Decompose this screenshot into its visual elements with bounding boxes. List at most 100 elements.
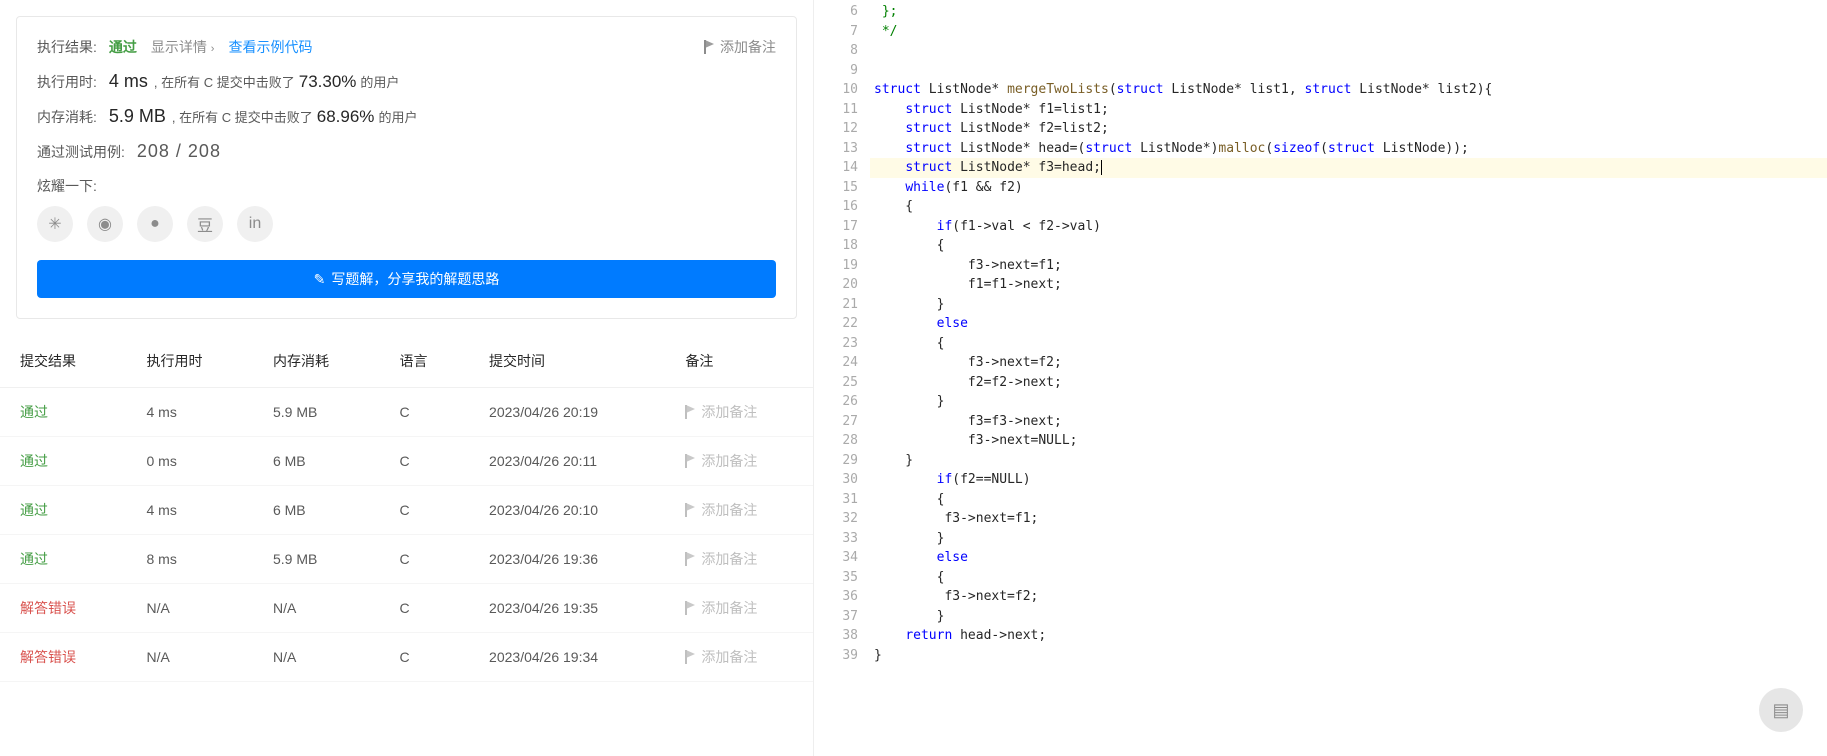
submission-status[interactable]: 通过 [20, 404, 48, 420]
th-time[interactable]: 提交时间 [469, 335, 665, 388]
table-row[interactable]: 解答错误N/AN/AC2023/04/26 19:34 添加备注 [0, 633, 813, 682]
runtime-value: 4 ms [109, 71, 148, 92]
table-row[interactable]: 通过0 ms6 MBC2023/04/26 20:11 添加备注 [0, 437, 813, 486]
code-line[interactable]: struct ListNode* f2=list2; [870, 119, 1827, 139]
add-note-cell[interactable]: 添加备注 [685, 647, 793, 667]
code-line[interactable]: } [870, 607, 1827, 627]
cell-lang: C [379, 633, 469, 682]
add-note-cell[interactable]: 添加备注 [685, 402, 793, 422]
runtime-suffix: 的用户 [360, 72, 399, 91]
code-line[interactable]: */ [870, 22, 1827, 42]
memory-suffix: 的用户 [378, 107, 417, 126]
weibo-icon[interactable]: ◉ [87, 206, 123, 242]
code-line[interactable]: f3=f3->next; [870, 412, 1827, 432]
submission-status[interactable]: 通过 [20, 551, 48, 567]
cell-memory: 6 MB [253, 486, 379, 535]
submission-status[interactable]: 解答错误 [20, 649, 76, 665]
notes-float-button[interactable] [1759, 688, 1803, 732]
line-number: 38 [814, 626, 858, 646]
code-area[interactable]: }; */ struct ListNode* mergeTwoLists(str… [870, 0, 1827, 756]
add-note-cell[interactable]: 添加备注 [685, 451, 793, 471]
linkedin-icon[interactable]: in [237, 206, 273, 242]
code-line[interactable]: struct ListNode* mergeTwoLists(struct Li… [870, 80, 1827, 100]
write-solution-button[interactable]: 写题解，分享我的解题思路 [37, 260, 776, 298]
line-number: 34 [814, 548, 858, 568]
add-note-cell[interactable]: 添加备注 [685, 598, 793, 618]
submission-status[interactable]: 通过 [20, 453, 48, 469]
code-line[interactable] [870, 41, 1827, 61]
code-line[interactable]: { [870, 197, 1827, 217]
code-line[interactable]: return head->next; [870, 626, 1827, 646]
code-editor-panel: 6789101112131415161718192021222324252627… [813, 0, 1827, 756]
code-line[interactable]: { [870, 490, 1827, 510]
code-line[interactable]: struct ListNode* f3=head; [870, 158, 1827, 178]
code-line[interactable]: } [870, 392, 1827, 412]
table-row[interactable]: 通过4 ms5.9 MBC2023/04/26 20:19 添加备注 [0, 388, 813, 437]
cell-runtime: 8 ms [126, 535, 252, 584]
code-line[interactable]: f1=f1->next; [870, 275, 1827, 295]
code-line[interactable]: if(f2==NULL) [870, 470, 1827, 490]
code-line[interactable]: struct ListNode* head=(struct ListNode*)… [870, 139, 1827, 159]
show-detail-link[interactable]: 显示详情 › [151, 37, 215, 57]
table-row[interactable]: 通过4 ms6 MBC2023/04/26 20:10 添加备注 [0, 486, 813, 535]
code-line[interactable]: } [870, 646, 1827, 666]
code-line[interactable]: f3->next=f1; [870, 256, 1827, 276]
code-line[interactable]: } [870, 295, 1827, 315]
view-example-link[interactable]: 查看示例代码 [228, 37, 312, 57]
flag-icon [685, 405, 697, 419]
code-line[interactable]: { [870, 334, 1827, 354]
code-line[interactable]: f3->next=f2; [870, 353, 1827, 373]
result-line-memory: 内存消耗: 5.9 MB , 在所有 C 提交中击败了 68.96% 的用户 [37, 106, 776, 127]
table-row[interactable]: 解答错误N/AN/AC2023/04/26 19:35 添加备注 [0, 584, 813, 633]
line-number: 17 [814, 217, 858, 237]
write-solution-label: 写题解，分享我的解题思路 [331, 269, 499, 289]
flag-icon [685, 601, 697, 615]
code-line[interactable]: struct ListNode* f1=list1; [870, 100, 1827, 120]
result-label: 执行结果: [37, 37, 97, 57]
code-line[interactable]: f2=f2->next; [870, 373, 1827, 393]
line-number: 9 [814, 61, 858, 81]
th-runtime[interactable]: 执行用时 [126, 335, 252, 388]
code-line[interactable] [870, 61, 1827, 81]
th-note[interactable]: 备注 [665, 335, 813, 388]
add-note-cell[interactable]: 添加备注 [685, 500, 793, 520]
memory-label: 内存消耗: [37, 107, 97, 127]
table-row[interactable]: 通过8 ms5.9 MBC2023/04/26 19:36 添加备注 [0, 535, 813, 584]
add-note-top[interactable]: 添加备注 [704, 37, 776, 57]
th-result[interactable]: 提交结果 [0, 335, 126, 388]
line-gutter: 6789101112131415161718192021222324252627… [814, 0, 870, 756]
cell-runtime: 4 ms [126, 388, 252, 437]
chevron-right-icon: › [211, 43, 215, 55]
code-line[interactable]: else [870, 548, 1827, 568]
submission-status[interactable]: 通过 [20, 502, 48, 518]
code-line[interactable]: else [870, 314, 1827, 334]
cell-lang: C [379, 584, 469, 633]
qq-icon[interactable]: ● [137, 206, 173, 242]
code-line[interactable]: } [870, 451, 1827, 471]
code-line[interactable]: f3->next=f2; [870, 587, 1827, 607]
code-line[interactable]: while(f1 && f2) [870, 178, 1827, 198]
flag-icon [685, 503, 697, 517]
code-line[interactable]: }; [870, 2, 1827, 22]
submission-status[interactable]: 解答错误 [20, 600, 76, 616]
line-number: 22 [814, 314, 858, 334]
code-line[interactable]: } [870, 529, 1827, 549]
code-line[interactable]: f3->next=NULL; [870, 431, 1827, 451]
line-number: 15 [814, 178, 858, 198]
book-icon [1772, 700, 1789, 721]
th-lang[interactable]: 语言 [379, 335, 469, 388]
code-line[interactable]: if(f1->val < f2->val) [870, 217, 1827, 237]
line-number: 29 [814, 451, 858, 471]
th-memory[interactable]: 内存消耗 [253, 335, 379, 388]
add-note-cell[interactable]: 添加备注 [685, 549, 793, 569]
line-number: 10 [814, 80, 858, 100]
code-line[interactable]: { [870, 568, 1827, 588]
code-line[interactable]: f3->next=f1; [870, 509, 1827, 529]
wechat-icon[interactable]: ✳ [37, 206, 73, 242]
memory-pct: 68.96% [317, 107, 375, 127]
douban-icon[interactable]: 豆 [187, 206, 223, 242]
code-line[interactable]: { [870, 236, 1827, 256]
cell-lang: C [379, 437, 469, 486]
line-number: 30 [814, 470, 858, 490]
result-line-status: 执行结果: 通过 显示详情 › 查看示例代码 [37, 37, 776, 57]
